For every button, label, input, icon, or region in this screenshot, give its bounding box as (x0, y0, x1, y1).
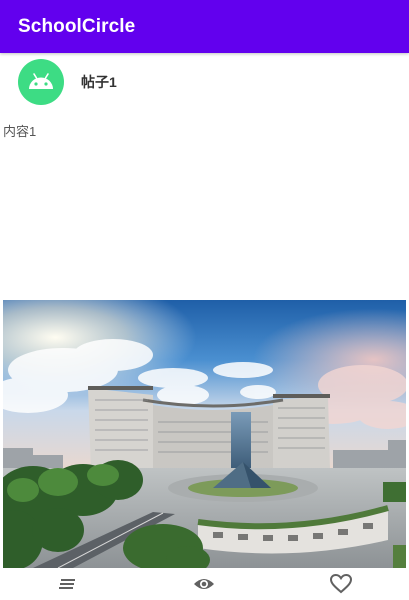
app-bar: SchoolCircle (0, 0, 409, 53)
post-title: 帖子1 (81, 74, 117, 90)
app-root: SchoolCircle 帖子1 内容1 (0, 0, 409, 600)
campus-building-photo (3, 300, 406, 568)
bottom-action-bar (0, 568, 409, 600)
menu-lines-icon (59, 579, 76, 589)
android-icon (29, 73, 53, 89)
heart-icon (329, 574, 352, 594)
post-content: 内容1 (3, 124, 37, 139)
post-header[interactable]: 帖子1 (18, 59, 117, 105)
avatar[interactable] (18, 59, 64, 105)
menu-button[interactable] (48, 568, 88, 600)
like-button[interactable] (321, 568, 361, 600)
view-button[interactable] (184, 568, 224, 600)
post-image[interactable] (3, 300, 406, 568)
eye-icon (194, 579, 215, 589)
app-title: SchoolCircle (18, 15, 136, 37)
